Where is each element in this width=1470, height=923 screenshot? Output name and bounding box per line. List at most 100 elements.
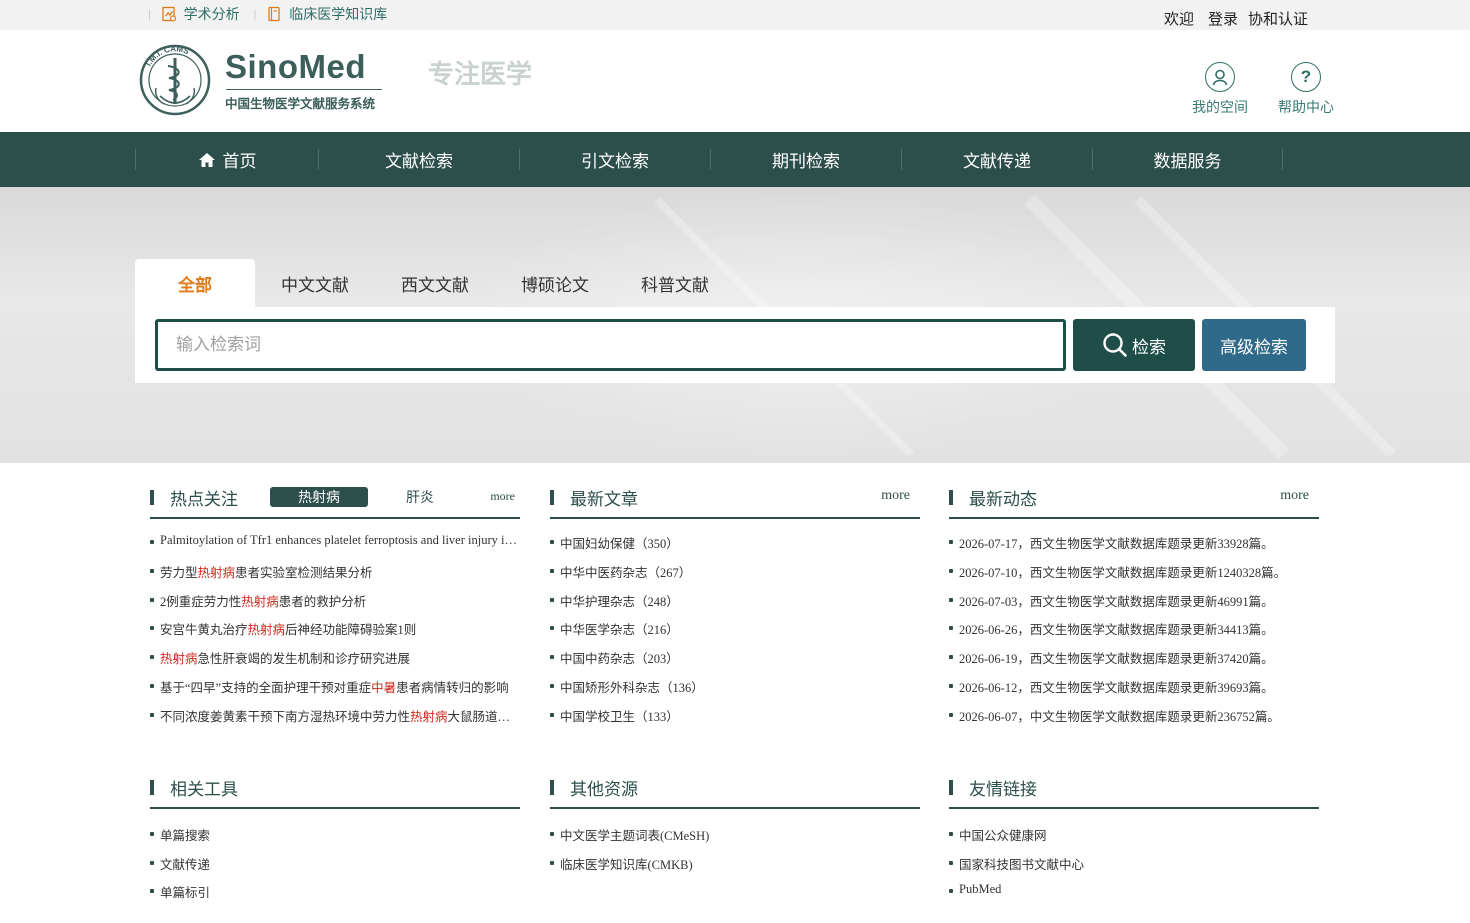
list-item[interactable]: 热射病急性肝衰竭的发生机制和诊疗研究进展 [150, 648, 520, 677]
my-space-button[interactable]: 我的空间 [1185, 62, 1255, 117]
search-button[interactable]: 检索 [1073, 319, 1195, 371]
list-item[interactable]: 国家科技图书文献中心 [949, 854, 1319, 883]
list-item[interactable]: 2026-06-26，西文生物医学文献数据库题录更新34413篇。 [949, 619, 1319, 648]
list-item[interactable]: 2026-07-10，西文生物医学文献数据库题录更新1240328篇。 [949, 562, 1319, 591]
list-item[interactable]: 不同浓度姜黄素干预下南方湿热环境中劳力性热射病大鼠肠道菌群的变化 [150, 706, 520, 735]
nav-citation-search[interactable]: 引文检索 [520, 132, 710, 187]
academic-analysis-link[interactable]: 学术分析 [161, 4, 240, 24]
panel-header-bar [150, 780, 154, 795]
item-text: 后神经功能障碍验案1则 [285, 623, 417, 638]
panel-title: 最新动态 [969, 490, 1037, 510]
search-button-label: 检索 [1132, 337, 1166, 358]
list-item[interactable]: 基于“四早”支持的全面护理干预对重症中暑患者病情转归的影响 [150, 677, 520, 706]
list-item[interactable]: 中国矫形外科杂志（136） [550, 677, 920, 706]
list-item[interactable]: 中国中药杂志（203） [550, 648, 920, 677]
list-item[interactable]: 中国学校卫生（133） [550, 706, 920, 735]
nav-divider [1282, 149, 1283, 170]
more-link[interactable]: more [490, 489, 515, 504]
search-icon [1103, 333, 1127, 357]
keyword-highlight: 热射病 [197, 565, 236, 580]
help-center-label: 帮助中心 [1278, 101, 1334, 116]
user-links: 欢迎 登录 协和认证 [1164, 8, 1308, 29]
list-item[interactable]: 劳力型热射病患者实验室检测结果分析 [150, 562, 520, 591]
list-item[interactable]: 2026-06-07，中文生物医学文献数据库题录更新236752篇。 [949, 706, 1319, 735]
list-item[interactable]: 中华护理杂志（248） [550, 591, 920, 620]
academic-analysis-label: 学术分析 [183, 8, 240, 23]
list-item[interactable]: 2026-07-03，西文生物医学文献数据库题录更新46991篇。 [949, 591, 1319, 620]
subtab-hepatitis[interactable]: 肝炎 [400, 487, 440, 507]
friendly-links-panel: 友情链接 中国公众健康网 国家科技图书文献中心 PubMed [949, 775, 1319, 911]
separator: | [253, 6, 257, 21]
item-text: 安宫牛黄丸治疗 [160, 623, 248, 638]
nav-literature-search[interactable]: 文献检索 [319, 132, 519, 187]
list-item[interactable]: 2例重症劳力性热射病患者的救护分析 [150, 591, 520, 620]
keyword-highlight: 热射病 [247, 623, 286, 638]
my-space-label: 我的空间 [1192, 101, 1248, 116]
list-item[interactable]: 2026-06-12，西文生物医学文献数据库题录更新39693篇。 [949, 677, 1319, 706]
item-text: 2例重症劳力性 [160, 594, 242, 609]
panel-title: 最新文章 [570, 490, 638, 510]
list-item[interactable]: 临床医学知识库(CMKB) [550, 854, 920, 883]
main-nav: 首页 文献检索 引文检索 期刊检索 文献传递 数据服务 [0, 132, 1470, 187]
tab-chinese-literature[interactable]: 中文文献 [255, 259, 375, 307]
nav-home-label: 首页 [222, 152, 257, 171]
advanced-search-button[interactable]: 高级检索 [1202, 319, 1306, 371]
tab-all[interactable]: 全部 [135, 259, 255, 307]
item-text: 患者的救护分析 [278, 594, 367, 609]
list-item[interactable]: 中华医学杂志（216） [550, 619, 920, 648]
latest-articles-list: 中国妇幼保健（350） 中华中医药杂志（267） 中华护理杂志（248） 中华医… [550, 533, 920, 735]
tab-popular-science[interactable]: 科普文献 [615, 259, 735, 307]
tab-western-literature[interactable]: 西文文献 [375, 259, 495, 307]
list-item[interactable]: 2026-07-17，西文生物医学文献数据库题录更新33928篇。 [949, 533, 1319, 562]
keyword-highlight: 热射病 [241, 594, 279, 609]
book-icon [268, 6, 280, 22]
panel-header: 相关工具 [150, 775, 520, 809]
top-utility-bar: | 学术分析 | 临床医学知识库 欢迎 登录 协和认证 [0, 0, 1470, 30]
list-item[interactable]: Palmitoylation of Tfr1 enhances platelet… [150, 533, 520, 562]
related-tools-panel: 相关工具 单篇搜索 文献传递 单篇标引 [150, 775, 520, 911]
home-icon [198, 152, 215, 167]
nav-journal-search[interactable]: 期刊检索 [711, 132, 901, 187]
subtab-heatstroke[interactable]: 热射病 [270, 487, 368, 507]
nav-data-service[interactable]: 数据服务 [1093, 132, 1282, 187]
list-item[interactable]: 中国公众健康网 [949, 825, 1319, 854]
latest-articles-panel: 最新文章 more 中国妇幼保健（350） 中华中医药杂志（267） 中华护理杂… [550, 485, 920, 735]
tab-dissertations[interactable]: 博硕论文 [495, 259, 615, 307]
logo-underline [226, 89, 382, 90]
nav-home[interactable]: 首页 [136, 132, 318, 187]
panel-title: 热点关注 [170, 490, 238, 510]
emblem-logo-icon[interactable]: I.M.I. CAMS [138, 42, 212, 118]
list-item[interactable]: 中文医学主题词表(CMeSH) [550, 825, 920, 854]
list-item[interactable]: 安宫牛黄丸治疗热射病后神经功能障碍验案1则 [150, 619, 520, 648]
search-input[interactable] [155, 319, 1066, 371]
list-item[interactable]: 单篇搜索 [150, 825, 520, 854]
pumc-auth-link[interactable]: 协和认证 [1248, 8, 1308, 29]
list-item[interactable]: 2026-06-19，西文生物医学文献数据库题录更新37420篇。 [949, 648, 1319, 677]
logo-subtitle: 中国生物医学文献服务系统 [225, 96, 376, 111]
panel-title: 友情链接 [969, 780, 1037, 800]
more-link[interactable]: more [881, 488, 910, 504]
latest-news-panel: 最新动态 more 2026-07-17，西文生物医学文献数据库题录更新3392… [949, 485, 1319, 735]
panel-header: 其他资源 [550, 775, 920, 809]
site-header: I.M.I. CAMS SinoMed 中国生物医学文献服务系统 专注医学 我的… [0, 30, 1470, 132]
list-item[interactable]: 文献传递 [150, 854, 520, 883]
clinical-knowledge-link[interactable]: 临床医学知识库 [266, 4, 387, 24]
list-item[interactable]: PubMed [949, 882, 1319, 911]
help-center-button[interactable]: ? 帮助中心 [1271, 62, 1341, 117]
friendly-links-list: 中国公众健康网 国家科技图书文献中心 PubMed [949, 825, 1319, 911]
item-text: 大鼠肠道菌群的变化 [447, 709, 520, 724]
item-text: 患者病情转归的影响 [396, 680, 509, 695]
welcome-text: 欢迎 [1164, 12, 1195, 28]
more-link[interactable]: more [1280, 488, 1309, 504]
list-item[interactable]: 单篇标引 [150, 882, 520, 911]
item-text: 急性肝衰竭的发生机制和诊疗研究进展 [197, 652, 411, 667]
item-text: 基于“四早”支持的全面护理干预对重症 [160, 680, 372, 695]
clinical-knowledge-label: 临床医学知识库 [289, 8, 388, 23]
nav-document-delivery[interactable]: 文献传递 [902, 132, 1092, 187]
list-item[interactable]: 中华中医药杂志（267） [550, 562, 920, 591]
search-box: 检索 高级检索 [135, 307, 1335, 383]
hot-topics-panel: 热点关注 热射病 肝炎 more Palmitoylation of Tfr1 … [150, 485, 520, 735]
panel-header-bar [949, 780, 953, 795]
list-item[interactable]: 中国妇幼保健（350） [550, 533, 920, 562]
login-link[interactable]: 登录 [1208, 8, 1238, 29]
